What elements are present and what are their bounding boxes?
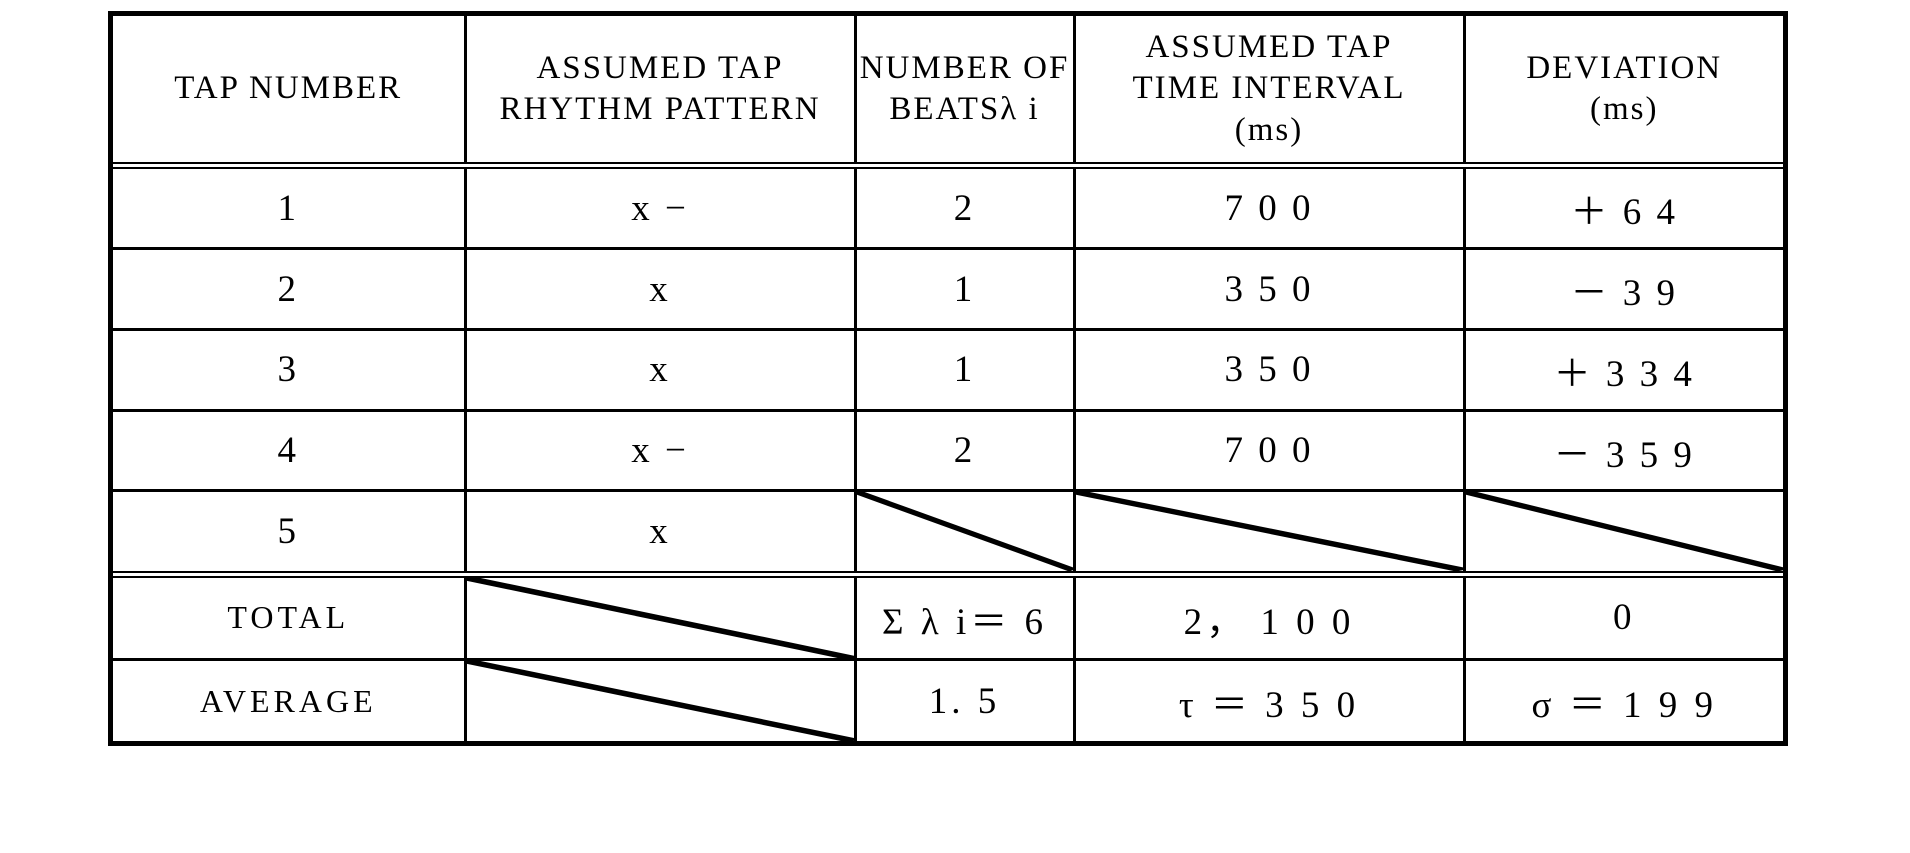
summary-row-average: AVERAGE 1. 5 τ ＝ 3 5 0 σ ＝ 1 9 9 bbox=[113, 658, 1783, 741]
cell-summary-label: AVERAGE bbox=[113, 658, 467, 741]
header-line: DEVIATION bbox=[1526, 49, 1723, 86]
cell-tap-number: 4 bbox=[113, 408, 467, 493]
cell-average-beats: 1. 5 bbox=[853, 658, 1076, 741]
column-header-time-interval: ASSUMED TAP TIME INTERVAL (ms) bbox=[1072, 16, 1466, 169]
cell-time-interval-empty bbox=[1072, 489, 1466, 578]
header-line: BEATSλ i bbox=[889, 91, 1040, 127]
tap-analysis-table: TAP NUMBER ASSUMED TAP RHYTHM PATTERN NU… bbox=[108, 11, 1788, 746]
diagonal-strike-icon bbox=[468, 662, 852, 741]
cell-rhythm-pattern: x bbox=[463, 489, 857, 578]
cell-beats-empty bbox=[853, 489, 1076, 578]
table-row: 2 x 1 3 5 0 － 3 9 bbox=[113, 247, 1783, 331]
table-row: 5 x bbox=[113, 489, 1783, 578]
cell-summary-label: TOTAL bbox=[113, 572, 467, 662]
cell-tap-number: 3 bbox=[113, 327, 467, 412]
table-head: TAP NUMBER ASSUMED TAP RHYTHM PATTERN NU… bbox=[113, 16, 1783, 169]
table-row: 1 x − 2 7 0 0 ＋ 6 4 bbox=[113, 163, 1783, 251]
cell-tap-number: 2 bbox=[113, 247, 467, 331]
cell-deviation: － 3 9 bbox=[1462, 247, 1783, 331]
cell-total-deviation: 0 bbox=[1462, 572, 1783, 662]
header-line: (ms) bbox=[1234, 111, 1304, 148]
cell-rhythm-pattern: x − bbox=[463, 163, 857, 251]
cell-tap-number: 5 bbox=[113, 489, 467, 578]
page-root: TAP NUMBER ASSUMED TAP RHYTHM PATTERN NU… bbox=[0, 0, 1910, 853]
table-row: 4 x − 2 7 0 0 － 3 5 9 bbox=[113, 408, 1783, 493]
cell-time-interval: 3 5 0 bbox=[1072, 247, 1466, 331]
cell-time-interval: 7 0 0 bbox=[1072, 408, 1466, 493]
cell-deviation-empty bbox=[1462, 489, 1783, 578]
cell-average-interval: τ ＝ 3 5 0 bbox=[1072, 658, 1466, 741]
table: TAP NUMBER ASSUMED TAP RHYTHM PATTERN NU… bbox=[113, 16, 1783, 741]
cell-beats: 2 bbox=[853, 408, 1076, 493]
cell-beats: 1 bbox=[853, 327, 1076, 412]
diagonal-strike-icon bbox=[858, 493, 1071, 568]
diagonal-strike-icon bbox=[468, 577, 852, 657]
header-line: (ms) bbox=[1590, 91, 1659, 127]
cell-rhythm-pattern: x bbox=[463, 327, 857, 412]
cell-deviation: ＋ 3 3 4 bbox=[1462, 327, 1783, 412]
cell-rhythm-pattern-empty bbox=[463, 658, 857, 741]
header-line: RHYTHM PATTERN bbox=[499, 91, 821, 127]
cell-rhythm-pattern: x − bbox=[463, 408, 857, 493]
header-row: TAP NUMBER ASSUMED TAP RHYTHM PATTERN NU… bbox=[113, 16, 1783, 169]
cell-average-deviation: σ ＝ 1 9 9 bbox=[1462, 658, 1783, 741]
table-body: 1 x − 2 7 0 0 ＋ 6 4 2 x 1 3 5 0 － 3 9 3 … bbox=[113, 163, 1783, 741]
column-header-tap-number: TAP NUMBER bbox=[113, 16, 467, 169]
cell-tap-number: 1 bbox=[113, 163, 467, 251]
cell-deviation: － 3 5 9 bbox=[1462, 408, 1783, 493]
header-line: TIME INTERVAL bbox=[1132, 70, 1406, 107]
diagonal-strike-icon bbox=[1467, 493, 1780, 568]
cell-time-interval: 7 0 0 bbox=[1072, 163, 1466, 251]
header-line: TAP NUMBER bbox=[174, 70, 403, 107]
cell-deviation: ＋ 6 4 bbox=[1462, 163, 1783, 251]
cell-rhythm-pattern-empty bbox=[463, 572, 857, 662]
cell-total-beats: Σ λ i＝ 6 bbox=[853, 572, 1076, 662]
diagonal-strike-icon bbox=[1077, 493, 1459, 568]
cell-beats: 2 bbox=[853, 163, 1076, 251]
cell-rhythm-pattern: x bbox=[463, 247, 857, 331]
cell-beats: 1 bbox=[853, 247, 1076, 331]
cell-total-interval: 2， 1 0 0 bbox=[1072, 572, 1466, 662]
header-line: ASSUMED TAP bbox=[536, 49, 784, 86]
cell-time-interval: 3 5 0 bbox=[1072, 327, 1466, 412]
summary-row-total: TOTAL Σ λ i＝ 6 2， 1 0 0 0 bbox=[113, 572, 1783, 662]
column-header-rhythm-pattern: ASSUMED TAP RHYTHM PATTERN bbox=[463, 16, 857, 169]
header-line: NUMBER OF bbox=[859, 49, 1070, 86]
column-header-number-of-beats: NUMBER OF BEATSλ i bbox=[853, 16, 1076, 169]
header-line: ASSUMED TAP bbox=[1145, 29, 1393, 66]
table-row: 3 x 1 3 5 0 ＋ 3 3 4 bbox=[113, 327, 1783, 412]
column-header-deviation: DEVIATION (ms) bbox=[1462, 16, 1783, 169]
